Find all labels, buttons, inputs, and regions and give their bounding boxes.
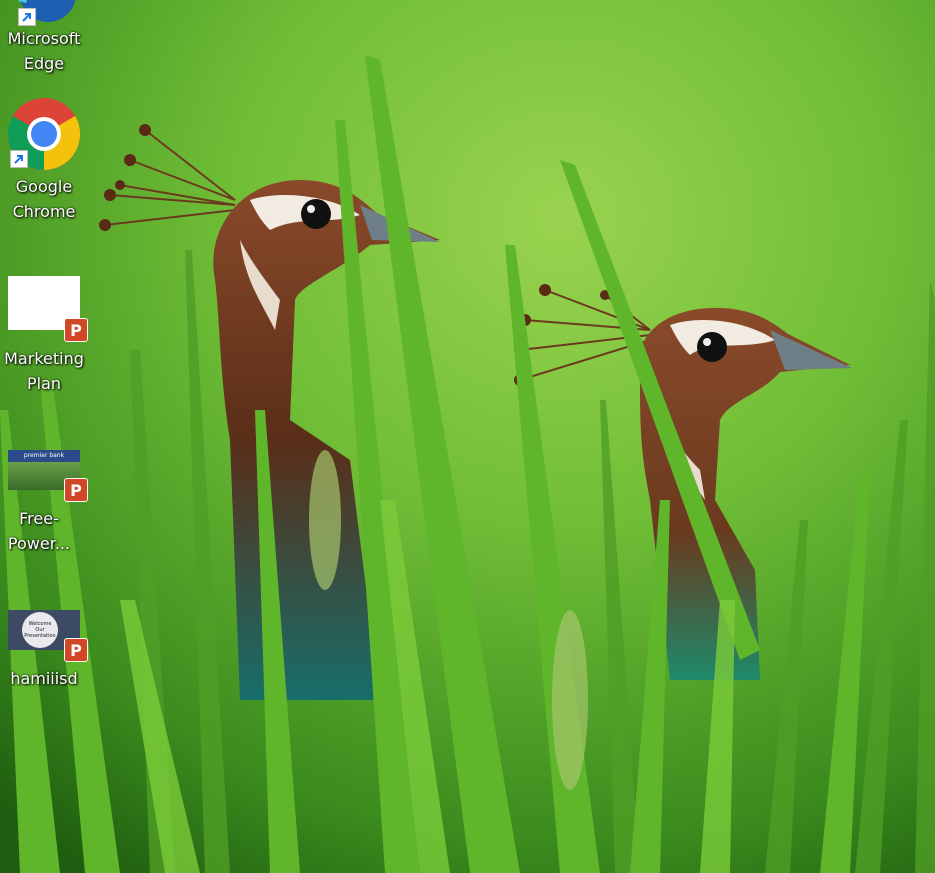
desktop-icon-marketing-plan[interactable]: P Marketing Plan bbox=[0, 270, 88, 396]
chrome-icon bbox=[7, 98, 81, 170]
desktop-icon-google-chrome[interactable]: Google Chrome bbox=[0, 98, 88, 224]
desktop-icon-label: hamiiisd bbox=[10, 669, 78, 688]
desktop-icon-hamiiisd[interactable]: Welcome Our Presentation P hamiiisd bbox=[0, 590, 88, 691]
edge-icon bbox=[8, 0, 80, 44]
thumbnail-text: Presentation bbox=[24, 633, 56, 639]
powerpoint-badge-icon: P bbox=[64, 318, 88, 342]
thumbnail-text: premier bank bbox=[23, 452, 65, 459]
desktop-icon-microsoft-edge[interactable]: Microsoft Edge bbox=[0, 0, 88, 76]
powerpoint-badge-icon: P bbox=[64, 478, 88, 502]
wallpaper-image bbox=[0, 0, 935, 873]
desktop-icon-free-powerpoint[interactable]: premier bank P Free-Power... bbox=[0, 430, 88, 556]
desktop-icon-label: Free-Power... bbox=[7, 509, 71, 553]
desktop-icon-label: Google Chrome bbox=[12, 177, 76, 221]
powerpoint-badge-icon: P bbox=[64, 638, 88, 662]
powerpoint-file-icon: premier bank P bbox=[8, 430, 88, 502]
powerpoint-file-icon: Welcome Our Presentation P bbox=[8, 590, 88, 662]
desktop-icon-label: Marketing Plan bbox=[4, 349, 84, 393]
powerpoint-file-icon: P bbox=[8, 270, 88, 342]
desktop[interactable]: Microsoft Edge Google Chrome P Marketing… bbox=[0, 0, 935, 873]
